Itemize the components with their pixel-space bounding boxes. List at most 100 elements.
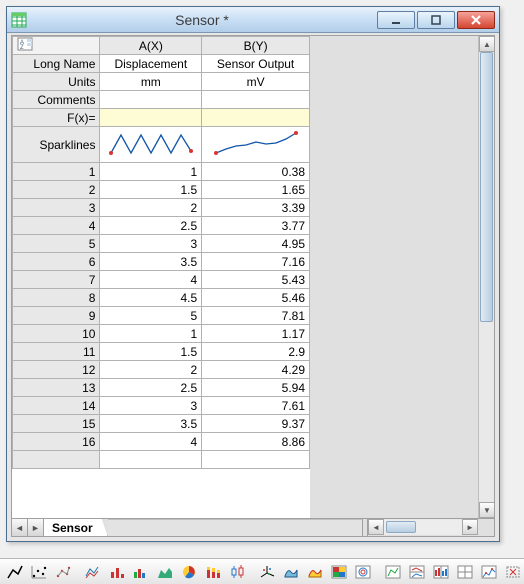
horizontal-scrollbar[interactable]: ◄ ► bbox=[368, 519, 478, 535]
minimize-button[interactable] bbox=[377, 11, 415, 29]
hscroll-track[interactable] bbox=[384, 520, 462, 534]
bar-plot-button[interactable] bbox=[132, 562, 150, 582]
data-cell-A[interactable]: 1 bbox=[100, 163, 202, 181]
row-label-comments[interactable]: Comments bbox=[13, 91, 100, 109]
col-header-A[interactable]: A(X) bbox=[100, 37, 202, 55]
scatter-plot2-button[interactable] bbox=[54, 562, 72, 582]
units-A[interactable]: mm bbox=[100, 73, 202, 91]
row-header[interactable]: 1 bbox=[13, 163, 100, 181]
data-cell-A[interactable]: 3 bbox=[100, 397, 202, 415]
worksheet-grid[interactable]: AZ A(X) B(Y) Long Name Displacement Sens… bbox=[12, 36, 310, 518]
row-header[interactable]: 7 bbox=[13, 271, 100, 289]
mask-tool-button[interactable] bbox=[504, 562, 522, 582]
sheet-tab[interactable]: Sensor bbox=[44, 519, 108, 536]
data-cell-A[interactable]: 3 bbox=[100, 235, 202, 253]
data-cell-A[interactable]: 1.5 bbox=[100, 343, 202, 361]
data-cell-A[interactable]: 3.5 bbox=[100, 415, 202, 433]
data-cell-B[interactable]: 5.43 bbox=[202, 271, 310, 289]
line-plot-button[interactable] bbox=[6, 562, 24, 582]
close-button[interactable] bbox=[457, 11, 495, 29]
longname-A[interactable]: Displacement bbox=[100, 55, 202, 73]
data-cell-A[interactable]: 4.5 bbox=[100, 289, 202, 307]
column-plot-button[interactable] bbox=[108, 562, 126, 582]
row-label-sparklines[interactable]: Sparklines bbox=[13, 127, 100, 163]
row-header[interactable]: 16 bbox=[13, 433, 100, 451]
row-header[interactable]: 11 bbox=[13, 343, 100, 361]
row-header[interactable]: 10 bbox=[13, 325, 100, 343]
3d-xyz-button[interactable] bbox=[258, 562, 276, 582]
scroll-up-button[interactable]: ▲ bbox=[479, 36, 494, 52]
data-cell-B[interactable]: 7.61 bbox=[202, 397, 310, 415]
data-cell-A[interactable]: 1 bbox=[100, 325, 202, 343]
scroll-track[interactable] bbox=[479, 52, 494, 502]
matrix-plot-button[interactable] bbox=[354, 562, 372, 582]
comments-A[interactable] bbox=[100, 91, 202, 109]
tab-next-button[interactable]: ► bbox=[28, 519, 44, 536]
data-cell-B[interactable]: 7.16 bbox=[202, 253, 310, 271]
row-label-fx[interactable]: F(x)= bbox=[13, 109, 100, 127]
maximize-button[interactable] bbox=[417, 11, 455, 29]
sparkline-B[interactable] bbox=[202, 127, 310, 163]
template5-button[interactable] bbox=[480, 562, 498, 582]
3d-surface-button[interactable] bbox=[282, 562, 300, 582]
tab-spacer[interactable] bbox=[108, 519, 362, 536]
template1-button[interactable] bbox=[384, 562, 402, 582]
tab-prev-button[interactable]: ◄ bbox=[12, 519, 28, 536]
template3-button[interactable] bbox=[432, 562, 450, 582]
data-cell-A[interactable]: 2.5 bbox=[100, 217, 202, 235]
data-cell-B[interactable]: 9.37 bbox=[202, 415, 310, 433]
scroll-thumb[interactable] bbox=[480, 52, 493, 322]
row-header[interactable] bbox=[13, 451, 100, 469]
data-cell[interactable] bbox=[100, 451, 202, 469]
line-series-button[interactable] bbox=[84, 562, 102, 582]
col-header-B[interactable]: B(Y) bbox=[202, 37, 310, 55]
titlebar[interactable]: Sensor * bbox=[7, 7, 499, 33]
vertical-scrollbar[interactable]: ▲ ▼ bbox=[478, 36, 494, 518]
row-header[interactable]: 9 bbox=[13, 307, 100, 325]
corner-cell[interactable]: AZ bbox=[13, 37, 100, 55]
data-cell-A[interactable]: 4 bbox=[100, 433, 202, 451]
row-header[interactable]: 4 bbox=[13, 217, 100, 235]
row-label-units[interactable]: Units bbox=[13, 73, 100, 91]
data-cell-A[interactable]: 5 bbox=[100, 307, 202, 325]
data-cell-A[interactable]: 2.5 bbox=[100, 379, 202, 397]
row-header[interactable]: 5 bbox=[13, 235, 100, 253]
scroll-left-button[interactable]: ◄ bbox=[368, 519, 384, 535]
row-header[interactable]: 8 bbox=[13, 289, 100, 307]
longname-B[interactable]: Sensor Output bbox=[202, 55, 310, 73]
blank-area[interactable] bbox=[310, 36, 478, 518]
row-header[interactable]: 3 bbox=[13, 199, 100, 217]
data-cell-A[interactable]: 1.5 bbox=[100, 181, 202, 199]
row-label-longname[interactable]: Long Name bbox=[13, 55, 100, 73]
data-cell-B[interactable]: 7.81 bbox=[202, 307, 310, 325]
data-cell-B[interactable]: 3.77 bbox=[202, 217, 310, 235]
area-plot-button[interactable] bbox=[156, 562, 174, 582]
image-plot-button[interactable] bbox=[330, 562, 348, 582]
row-header[interactable]: 2 bbox=[13, 181, 100, 199]
data-cell-A[interactable]: 2 bbox=[100, 199, 202, 217]
row-header[interactable]: 6 bbox=[13, 253, 100, 271]
data-cell-B[interactable]: 4.95 bbox=[202, 235, 310, 253]
data-cell[interactable] bbox=[202, 451, 310, 469]
data-cell-B[interactable]: 5.46 bbox=[202, 289, 310, 307]
box-plot-button[interactable] bbox=[228, 562, 246, 582]
comments-B[interactable] bbox=[202, 91, 310, 109]
row-header[interactable]: 14 bbox=[13, 397, 100, 415]
row-header[interactable]: 12 bbox=[13, 361, 100, 379]
data-cell-A[interactable]: 4 bbox=[100, 271, 202, 289]
resize-grip[interactable] bbox=[478, 519, 494, 535]
data-cell-B[interactable]: 1.65 bbox=[202, 181, 310, 199]
row-header[interactable]: 15 bbox=[13, 415, 100, 433]
data-cell-B[interactable]: 0.38 bbox=[202, 163, 310, 181]
units-B[interactable]: mV bbox=[202, 73, 310, 91]
data-cell-B[interactable]: 8.86 bbox=[202, 433, 310, 451]
data-cell-B[interactable]: 3.39 bbox=[202, 199, 310, 217]
data-cell-A[interactable]: 3.5 bbox=[100, 253, 202, 271]
sparkline-A[interactable] bbox=[100, 127, 202, 163]
fx-B[interactable] bbox=[202, 109, 310, 127]
row-header[interactable]: 13 bbox=[13, 379, 100, 397]
hscroll-thumb[interactable] bbox=[386, 521, 416, 533]
scroll-down-button[interactable]: ▼ bbox=[479, 502, 494, 518]
template2-button[interactable] bbox=[408, 562, 426, 582]
3d-surface-color-button[interactable] bbox=[306, 562, 324, 582]
